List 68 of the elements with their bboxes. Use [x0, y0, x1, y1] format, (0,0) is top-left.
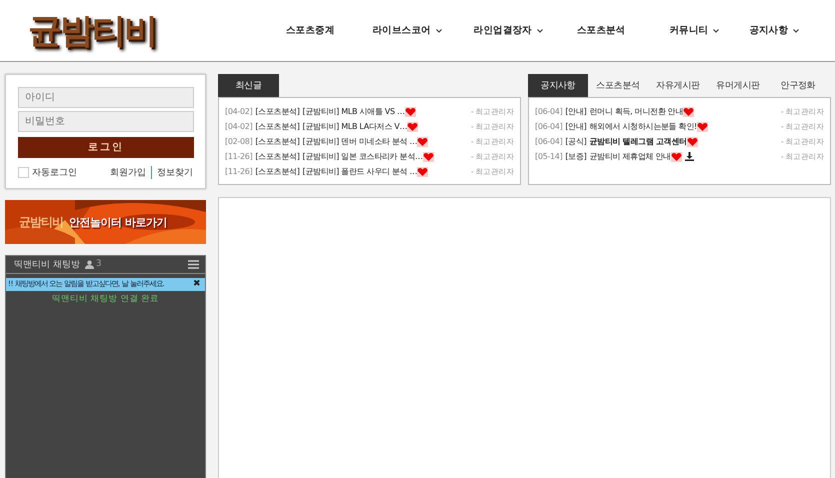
post-date: [05-14] — [535, 152, 562, 161]
board-tab[interactable]: 안구정화 — [768, 74, 828, 97]
nav-link[interactable]: 라인업결장자 — [462, 24, 555, 37]
heart-icon — [417, 166, 428, 176]
post-category[interactable]: [안내] — [565, 121, 586, 132]
caret-icon — [536, 28, 543, 32]
post-title[interactable]: 런머니 획득, 머니전환 안내 — [589, 106, 684, 117]
post-category[interactable]: [공식] — [565, 136, 586, 147]
post-title[interactable]: [균밤티비] MLB LA다저스 V… — [302, 121, 408, 132]
post-date: [02-08] — [225, 137, 252, 146]
username-field[interactable]: 아이디 — [18, 87, 194, 108]
heart-icon — [696, 122, 708, 132]
post-date: [06-04] — [535, 122, 562, 131]
board-tab[interactable]: 스포츠분석 — [588, 74, 648, 97]
board-tab[interactable]: 공지사항 — [528, 74, 588, 97]
post-title[interactable]: 균밤티비 제휴업체 안내 — [589, 151, 671, 162]
post-category[interactable]: [보증] — [565, 151, 586, 162]
post-category[interactable]: [스포츠분석] — [255, 136, 300, 147]
nav-link[interactable]: 스포츠중계 — [274, 24, 347, 37]
post-title[interactable]: 균밤티비 텔레그램 고객센터 — [589, 136, 687, 147]
auto-login-label: 자동로그인 — [32, 166, 77, 178]
logo[interactable]: 균밤티비 — [28, 8, 274, 54]
heart-icon — [686, 136, 698, 146]
user-count: 3 — [96, 259, 102, 269]
login-link[interactable]: 정보찾기 — [151, 166, 193, 178]
heart-icon — [422, 152, 434, 162]
post-date: [06-04] — [535, 137, 562, 146]
login-link[interactable]: 회원가입 — [105, 166, 151, 178]
password-field[interactable]: 비밀번호 — [18, 111, 194, 132]
caret-icon — [793, 28, 800, 32]
post-category[interactable]: [스포츠분석] — [255, 106, 300, 117]
user-icon — [84, 260, 94, 268]
close-icon[interactable]: ✖ — [190, 279, 200, 289]
post-title[interactable]: [균밤티비] 폴란드 사우디 분석 … — [302, 166, 418, 177]
menu-icon[interactable] — [188, 260, 199, 268]
heart-icon — [407, 122, 418, 132]
nav-link[interactable]: 커뮤니티 — [657, 24, 732, 37]
checkbox[interactable] — [18, 166, 29, 178]
banner-logo: 균밤티비 — [19, 214, 63, 230]
banner-text[interactable]: 안전놀이터 바로가기 — [69, 214, 167, 230]
board-tab[interactable]: 최신글 — [218, 74, 279, 97]
login-button[interactable]: 로그인 — [18, 136, 194, 158]
board-tab[interactable]: 유머게시판 — [708, 74, 768, 97]
heart-icon — [683, 106, 694, 116]
caret-icon — [436, 28, 442, 32]
post-date: [04-02] — [225, 122, 252, 131]
post-date: [06-04] — [535, 107, 562, 116]
board-tab[interactable]: 자유게시판 — [648, 74, 708, 97]
caret-icon — [713, 28, 720, 32]
post-title[interactable]: 해외에서 시청하시는분들 확인! — [589, 121, 697, 132]
nav-link[interactable]: 라이브스코어 — [360, 24, 454, 37]
post-title[interactable]: [균밤티비] 덴버 미네소타 분석 … — [302, 136, 418, 147]
heart-icon — [670, 152, 682, 162]
post-category[interactable]: [스포츠분석] — [255, 151, 300, 162]
post-date: [11-26] — [225, 152, 252, 161]
post-date: [04-02] — [225, 107, 252, 116]
post-title[interactable]: [균밤티비] 일본 코스타리카 분석… — [302, 151, 423, 162]
post-category[interactable]: [스포츠분석] — [255, 166, 300, 177]
nav-link[interactable]: 스포츠분석 — [564, 24, 638, 37]
nav-link[interactable]: 공지사항 — [737, 24, 812, 37]
heart-icon — [417, 136, 428, 146]
heart-icon — [404, 106, 416, 116]
post-category[interactable]: [안내] — [565, 106, 586, 117]
chat-title: 띡맨티비 채팅방 — [14, 258, 80, 270]
post-category[interactable]: [스포츠분석] — [255, 121, 300, 132]
post-date: [11-26] — [225, 167, 252, 176]
chat-status: 띡맨티비 채팅방 연결 완료 — [50, 292, 160, 304]
post-title[interactable]: [균밤티비] MLB 시애틀 VS … — [302, 106, 405, 117]
